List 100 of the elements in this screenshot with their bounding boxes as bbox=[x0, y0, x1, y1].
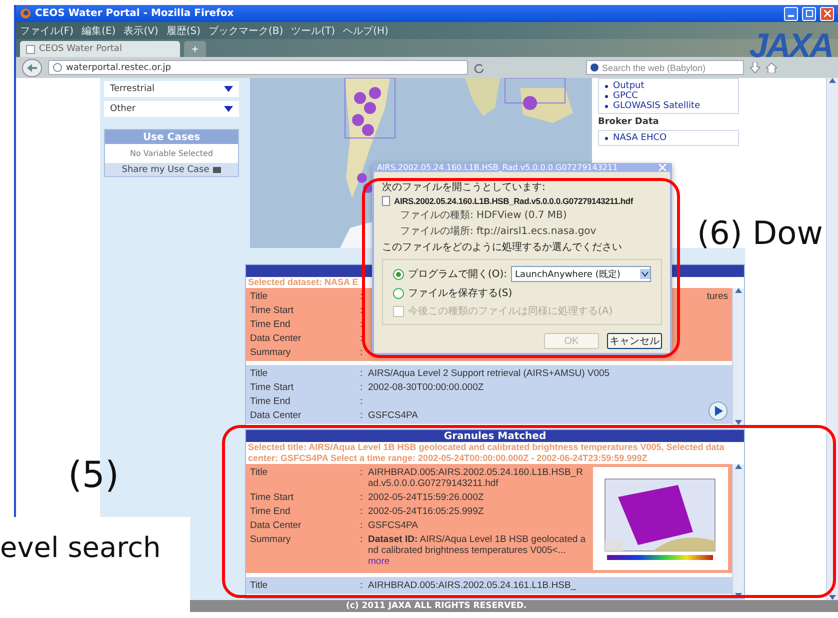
up-arrow-icon[interactable] bbox=[829, 78, 836, 83]
colon: : bbox=[360, 368, 364, 379]
browser-icon bbox=[20, 8, 31, 19]
file-location: ファイルの場所: ftp://airsl1.ecs.nasa.gov bbox=[399, 224, 598, 238]
colon: : bbox=[360, 305, 364, 316]
search-field[interactable]: Search the web (Babylon) bbox=[586, 60, 744, 75]
field-label: Title bbox=[250, 291, 269, 302]
field-value: AIRHBRAD.005:AIRS.2002.05.24.161.L1B.HSB_ bbox=[368, 580, 578, 591]
data-link[interactable]: GLOWASIS Satellite bbox=[613, 101, 700, 111]
data-link[interactable]: GPCC bbox=[613, 91, 638, 101]
down-arrow-icon[interactable] bbox=[735, 420, 742, 425]
radio-button[interactable] bbox=[393, 288, 404, 298]
colon: : bbox=[360, 580, 364, 591]
more-link[interactable]: more bbox=[368, 556, 390, 567]
record-row[interactable]: Title : AIRHBRAD.005:AIRS.2002.05.24.161.L1B.HSB_ bbox=[246, 577, 732, 594]
record-row[interactable]: Title : AIRS/Aqua Level 2 Support retrieval (AIRS+AMSU) V005 Time Start : 2002-08-30T00:00:00.000Z Time End : Data Center : GSFCS4PA bbox=[246, 365, 732, 424]
field-value: 2002-05-24T16:05:25.999Z bbox=[368, 506, 485, 517]
field-value: AIRHBRAD.005:AIRS.2002.05.24.160.L1B.HSB_Rad.v5.0.0.0.G07279143211.hdf bbox=[368, 467, 584, 489]
program-select[interactable]: LaunchAnywhere (既定) bbox=[511, 266, 651, 282]
colon: : bbox=[360, 410, 364, 421]
field-value: GSFCS4PA bbox=[368, 520, 419, 531]
scrollbar[interactable] bbox=[732, 288, 744, 425]
field-label: Time Start bbox=[250, 382, 294, 393]
colon: : bbox=[360, 534, 364, 547]
down-arrow-icon[interactable] bbox=[735, 593, 742, 598]
field-value: 2002-05-24T15:59:26.000Z bbox=[368, 492, 485, 503]
close-button[interactable] bbox=[820, 6, 834, 20]
field-label: Time End bbox=[250, 506, 292, 517]
field-value: tures bbox=[706, 291, 728, 302]
window-title: CEOS Water Portal - Mozilla Firefox bbox=[35, 8, 235, 19]
menu-item[interactable]: ヘルプ(H) bbox=[343, 24, 388, 38]
file-icon bbox=[382, 196, 390, 206]
bullet-icon bbox=[605, 136, 608, 140]
menu-item[interactable]: 編集(E) bbox=[82, 24, 116, 38]
dialog-button[interactable]: キャンセル bbox=[607, 333, 662, 349]
down-arrow-icon[interactable] bbox=[829, 595, 836, 600]
dialog-title: AIRS.2002.05.24.160.L1B.HSB_Rad.v5.0.0.0.G07279143211 bbox=[377, 163, 618, 172]
share-button[interactable]: Share my Use Case bbox=[105, 163, 238, 176]
maximize-icon[interactable] bbox=[806, 10, 812, 17]
back-button[interactable] bbox=[22, 58, 42, 76]
caret-icon[interactable] bbox=[640, 269, 650, 279]
radio-button[interactable] bbox=[393, 268, 404, 280]
up-arrow-icon[interactable] bbox=[735, 464, 742, 469]
summary-text: Dataset ID: AIRS/Aqua Level 1B HSB geolocated and calibrated brightness temperatures V005<... more bbox=[368, 534, 587, 567]
colon: : bbox=[360, 382, 364, 393]
field-value: GSFCS4PA bbox=[368, 410, 419, 421]
scrollbar[interactable] bbox=[826, 78, 838, 600]
empty-message: No Variable Selected bbox=[128, 148, 214, 160]
colon: : bbox=[360, 319, 364, 330]
menu-item[interactable]: 表示(V) bbox=[124, 24, 158, 38]
address-field[interactable]: waterportal.restec.or.jp bbox=[48, 60, 468, 75]
field-label: Time Start bbox=[250, 492, 294, 503]
field-label: Time End bbox=[250, 396, 292, 407]
close-icon[interactable] bbox=[824, 10, 830, 17]
play-button[interactable] bbox=[708, 401, 728, 421]
menu-item[interactable]: ツール(T) bbox=[291, 24, 336, 38]
field-label: Data Center bbox=[250, 333, 302, 344]
question-text: このファイルをどのように処理するか選んでください bbox=[382, 241, 623, 254]
copyright-text: (c) 2011 JAXA ALL RIGHTS RESERVED. bbox=[346, 601, 527, 611]
menu-item[interactable]: ファイル(F) bbox=[20, 24, 74, 38]
dialog-text: 次のファイルを開こうとしています: bbox=[382, 181, 546, 194]
maximize-button[interactable] bbox=[802, 6, 816, 20]
field-label: Data Center bbox=[250, 520, 302, 531]
section-heading: Broker Data bbox=[598, 117, 660, 127]
step-label: (5) bbox=[68, 455, 119, 496]
file-type: ファイルの種類: HDFView (0.7 MB) bbox=[399, 208, 568, 222]
colon: : bbox=[360, 333, 364, 344]
bullet-icon bbox=[605, 94, 608, 98]
home-icon[interactable] bbox=[766, 62, 777, 72]
field-label: Title bbox=[250, 368, 269, 379]
checkbox-label: 今後この種類のファイルは同様に処理する(A) bbox=[408, 304, 613, 318]
minimize-button[interactable] bbox=[784, 6, 798, 20]
colon: : bbox=[360, 492, 364, 503]
browser-tab[interactable]: CEOS Water Portal bbox=[20, 41, 180, 57]
field-label: Summary bbox=[250, 347, 292, 358]
option-label: ファイルを保存する(S) bbox=[408, 287, 512, 300]
menu-item[interactable]: ブックマーク(B) bbox=[208, 24, 284, 38]
back-arrow-icon[interactable] bbox=[27, 64, 37, 72]
colon: : bbox=[360, 396, 364, 407]
field-label: Data Center bbox=[250, 410, 302, 421]
panel-title: Granules Matched bbox=[444, 430, 546, 442]
colon: : bbox=[360, 291, 364, 302]
scrollbar[interactable] bbox=[732, 464, 744, 598]
logo: JAXA bbox=[749, 27, 832, 66]
colon: : bbox=[360, 520, 364, 531]
record-row[interactable] bbox=[246, 464, 732, 573]
dropdown-icon bbox=[224, 106, 233, 112]
field-value: AIRS/Aqua Level 2 Support retrieval (AIRS+AMSU) V005 bbox=[368, 368, 611, 379]
selection-text: Selected title: AIRS/Aqua Level 1B HSB geolocated and calibrated brightness temperatures V005, Selected data center: GSFCS4PA Select a time range: 2002-05-24T00:00:00.000Z - 2002-06-24T23:59:59.999Z bbox=[247, 442, 726, 464]
reload-icon[interactable] bbox=[474, 62, 484, 72]
menu-item[interactable]: 履歴(S) bbox=[166, 24, 200, 38]
category-dropdown[interactable]: Other bbox=[104, 101, 239, 117]
category-dropdown[interactable]: Terrestrial bbox=[104, 81, 239, 97]
data-link[interactable]: NASA EHCO bbox=[613, 133, 667, 143]
selection-text: Selected dataset: NASA E bbox=[247, 277, 360, 288]
data-link[interactable]: Output bbox=[613, 81, 644, 91]
step-label: (6) Dow bbox=[697, 214, 823, 252]
download-icon[interactable] bbox=[750, 62, 760, 73]
up-arrow-icon[interactable] bbox=[735, 288, 742, 293]
field-value: 2002-08-30T00:00:00.000Z bbox=[368, 382, 485, 393]
